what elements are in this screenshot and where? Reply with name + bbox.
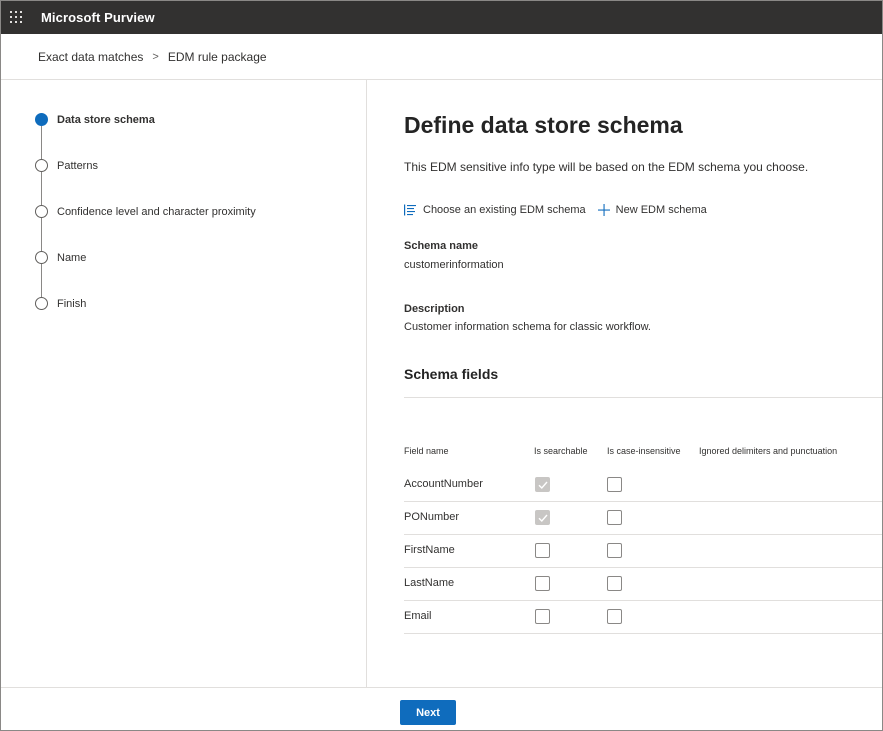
- schema-fields-divider: [404, 397, 882, 398]
- table-row: AccountNumber: [404, 469, 882, 502]
- checkmark-icon: [538, 481, 548, 490]
- column-header-is-case-insensitive: Is case-insensitive: [607, 446, 681, 456]
- wizard-steps-pane: Data store schema Patterns Confidence le…: [1, 80, 367, 687]
- step-finish[interactable]: Finish: [35, 297, 86, 310]
- field-name-cell: Email: [404, 610, 432, 622]
- table-row: Email: [404, 601, 882, 634]
- step-confidence-level[interactable]: Confidence level and character proximity: [35, 205, 256, 218]
- step-pending-icon: [35, 205, 48, 218]
- step-pending-icon: [35, 251, 48, 264]
- add-icon: [597, 204, 610, 216]
- step-label: Finish: [57, 297, 87, 310]
- table-row: FirstName: [404, 535, 882, 568]
- step-connector: [41, 172, 42, 205]
- is-case-insensitive-checkbox[interactable]: [607, 543, 622, 558]
- app-title[interactable]: Microsoft Purview: [41, 10, 155, 25]
- description-value: Customer information schema for classic …: [404, 321, 651, 333]
- choose-existing-schema-label: Choose an existing EDM schema: [423, 204, 586, 216]
- is-searchable-checkbox[interactable]: [535, 609, 550, 624]
- step-pending-icon: [35, 159, 48, 172]
- schema-fields-heading: Schema fields: [404, 366, 499, 382]
- new-edm-schema-button[interactable]: New EDM schema: [597, 204, 707, 216]
- command-bar: Choose an existing EDM schema New EDM sc…: [404, 204, 719, 216]
- step-connector: [41, 218, 42, 251]
- step-connector: [41, 264, 42, 297]
- step-label: Patterns: [57, 159, 98, 172]
- table-row: PONumber: [404, 502, 882, 535]
- is-searchable-checkbox[interactable]: [535, 543, 550, 558]
- is-searchable-checkbox[interactable]: [535, 510, 550, 525]
- breadcrumb: Exact data matches > EDM rule package: [38, 50, 267, 64]
- step-data-store-schema[interactable]: Data store schema: [35, 113, 155, 126]
- column-header-ignored-delimiters: Ignored delimiters and punctuation: [699, 446, 838, 456]
- step-name[interactable]: Name: [35, 251, 86, 264]
- schema-name-label: Schema name: [404, 240, 478, 252]
- column-header-is-searchable: Is searchable: [534, 446, 588, 456]
- step-label: Data store schema: [57, 113, 155, 126]
- breadcrumb-chevron-icon: >: [152, 51, 159, 63]
- table-row: LastName: [404, 568, 882, 601]
- step-pending-icon: [35, 297, 48, 310]
- next-button[interactable]: Next: [400, 700, 456, 725]
- main-content: Define data store schema This EDM sensit…: [368, 80, 882, 687]
- column-header-field-name: Field name: [404, 446, 449, 456]
- breadcrumb-edm-rule-package[interactable]: EDM rule package: [168, 50, 267, 64]
- choose-existing-schema-button[interactable]: Choose an existing EDM schema: [404, 204, 586, 216]
- app-launcher-icon[interactable]: [10, 11, 22, 23]
- field-name-cell: PONumber: [404, 511, 460, 523]
- breadcrumb-exact-data-matches[interactable]: Exact data matches: [38, 50, 143, 64]
- description-label: Description: [404, 303, 465, 315]
- list-icon: [404, 204, 416, 216]
- is-searchable-checkbox[interactable]: [535, 477, 550, 492]
- step-current-icon: [35, 113, 48, 126]
- schema-name-value: customerinformation: [404, 259, 504, 271]
- field-name-cell: LastName: [404, 577, 455, 589]
- field-name-cell: FirstName: [404, 544, 455, 556]
- step-label: Name: [57, 251, 87, 264]
- window-frame: Microsoft Purview Exact data matches > E…: [0, 0, 883, 731]
- step-connector: [41, 126, 42, 159]
- is-case-insensitive-checkbox[interactable]: [607, 510, 622, 525]
- page-title: Define data store schema: [404, 112, 683, 138]
- footer-divider: [1, 687, 882, 688]
- top-bar: Microsoft Purview: [1, 1, 882, 34]
- is-case-insensitive-checkbox[interactable]: [607, 576, 622, 591]
- is-searchable-checkbox[interactable]: [535, 576, 550, 591]
- is-case-insensitive-checkbox[interactable]: [607, 477, 622, 492]
- checkmark-icon: [538, 514, 548, 523]
- new-edm-schema-label: New EDM schema: [615, 204, 707, 216]
- page-subtitle: This EDM sensitive info type will be bas…: [404, 160, 809, 174]
- step-patterns[interactable]: Patterns: [35, 159, 98, 172]
- field-name-cell: AccountNumber: [404, 478, 483, 490]
- step-label: Confidence level and character proximity: [57, 205, 256, 218]
- is-case-insensitive-checkbox[interactable]: [607, 609, 622, 624]
